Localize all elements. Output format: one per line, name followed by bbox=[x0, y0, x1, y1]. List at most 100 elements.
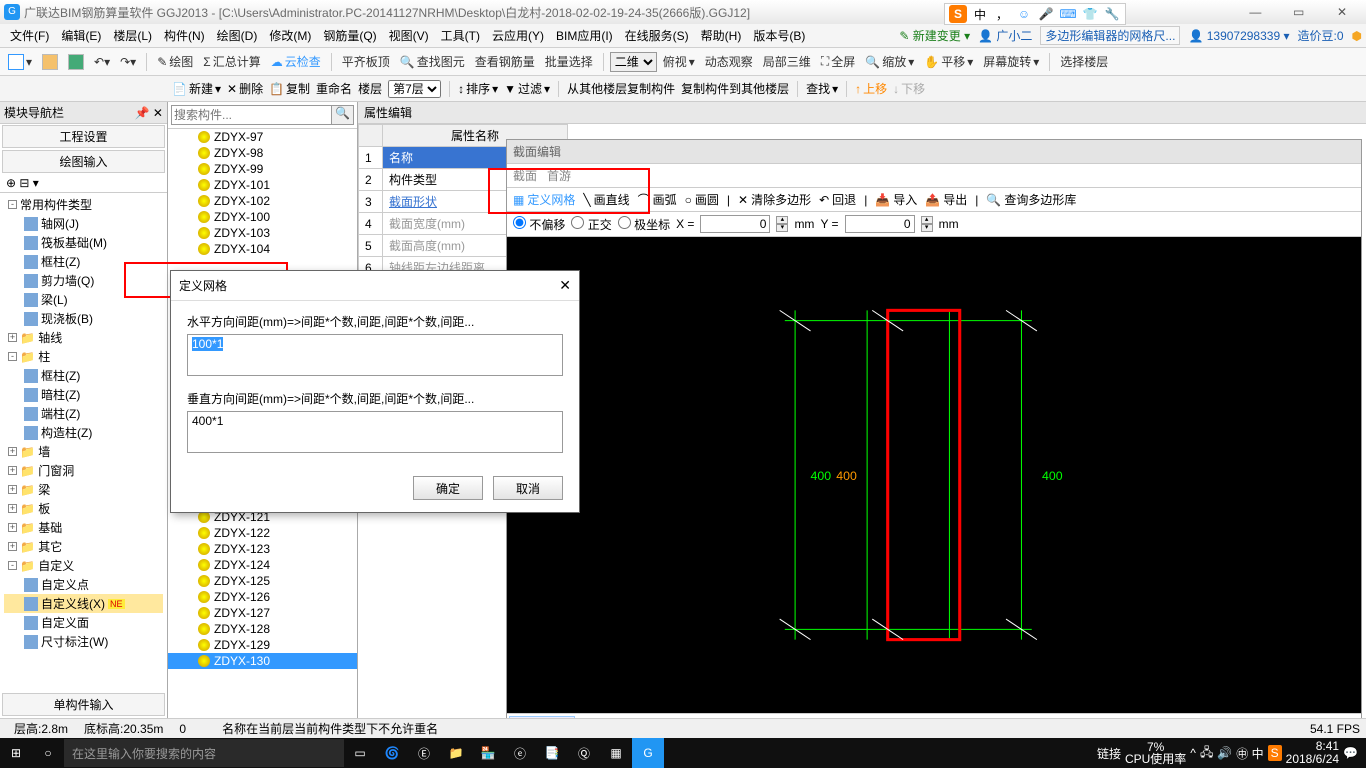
export-button[interactable]: 📤导出 bbox=[925, 191, 967, 208]
copy-to-button[interactable]: 复制构件到其他楼层 bbox=[681, 80, 789, 97]
open-icon[interactable] bbox=[38, 54, 62, 70]
list-item[interactable]: ZDYX-128 bbox=[168, 621, 357, 637]
rename-button[interactable]: 重命名 bbox=[316, 80, 352, 97]
beans-label[interactable]: 造价豆:0 bbox=[1298, 27, 1344, 44]
nav-item[interactable]: 框柱(Z) bbox=[4, 366, 163, 385]
list-item[interactable]: ZDYX-102 bbox=[168, 193, 357, 209]
x-input[interactable] bbox=[700, 215, 770, 233]
search-button[interactable]: 查找▾ bbox=[806, 80, 838, 97]
ime-tray[interactable]: ㊥ 中 bbox=[1236, 745, 1263, 762]
list-item[interactable]: ZDYX-126 bbox=[168, 589, 357, 605]
menu-item[interactable]: 云应用(Y) bbox=[486, 29, 550, 43]
ortho-radio[interactable]: 正交 bbox=[571, 216, 611, 233]
zoom-button[interactable]: 🔍缩放▾ bbox=[861, 53, 918, 70]
menu-item[interactable]: 修改(M) bbox=[263, 29, 317, 43]
app-8-icon[interactable]: ▦ bbox=[600, 738, 632, 768]
rotate-button[interactable]: 屏幕旋转▾ bbox=[979, 53, 1043, 70]
app-3-icon[interactable]: 📁 bbox=[440, 738, 472, 768]
sort-button[interactable]: ↕排序▾ bbox=[458, 80, 498, 97]
delete-button[interactable]: ✕ 删除 bbox=[227, 80, 263, 97]
ime-face-icon[interactable]: ☺ bbox=[1015, 5, 1033, 23]
phone-label[interactable]: 👤 13907298339 ▾ bbox=[1188, 29, 1289, 43]
view-rebar-button[interactable]: 查看钢筋量 bbox=[471, 53, 539, 70]
start-button[interactable]: ⊞ bbox=[0, 738, 32, 768]
fullscreen-button[interactable]: ⛶全屏 bbox=[817, 53, 859, 70]
list-item[interactable]: ZDYX-103 bbox=[168, 225, 357, 241]
section-tab[interactable]: 截面 首游 bbox=[513, 167, 571, 184]
list-item[interactable]: ZDYX-123 bbox=[168, 541, 357, 557]
filter-button[interactable]: ▼过滤▾ bbox=[504, 80, 550, 97]
ime-toolbar[interactable]: S 中 ， ☺ 🎤 ⌨ 👕 🔧 bbox=[944, 3, 1126, 25]
undo-icon[interactable]: ↶▾ bbox=[90, 55, 114, 69]
nav-item[interactable]: 筏板基础(M) bbox=[4, 233, 163, 252]
cancel-button[interactable]: 取消 bbox=[493, 476, 563, 500]
beans-icon[interactable]: ⬢ bbox=[1352, 29, 1362, 43]
redo-icon[interactable]: ↷▾ bbox=[116, 55, 140, 69]
taskview-icon[interactable]: ▭ bbox=[344, 738, 376, 768]
dimension-select[interactable]: 二维 bbox=[610, 52, 657, 72]
x-up[interactable]: ▴ bbox=[776, 216, 788, 224]
menu-item[interactable]: 绘图(D) bbox=[211, 29, 264, 43]
menu-item[interactable]: 版本号(B) bbox=[747, 29, 811, 43]
define-grid-button[interactable]: ▦ 定义网格 bbox=[513, 191, 575, 208]
batch-select-button[interactable]: 批量选择 bbox=[541, 53, 597, 70]
sum-button[interactable]: Σ 汇总计算 bbox=[199, 53, 264, 70]
nav-item[interactable]: 梁(L) bbox=[4, 290, 163, 309]
network-icon[interactable]: 🖧 bbox=[1200, 743, 1213, 764]
nav-item[interactable]: 构造柱(Z) bbox=[4, 423, 163, 442]
windows-taskbar[interactable]: ⊞ ○ 在这里输入你要搜索的内容 ▭ 🌀 Ⓔ 📁 🏪 ⓔ 📑 Ⓠ ▦ G 链接 … bbox=[0, 738, 1366, 768]
draw-arc-button[interactable]: ⌒ 画弧 bbox=[638, 191, 677, 208]
new-component-button[interactable]: 📄新建▾ bbox=[172, 80, 221, 97]
find-button[interactable]: 🔍查找图元 bbox=[396, 53, 469, 70]
nav-item[interactable]: 框柱(Z) bbox=[4, 252, 163, 271]
sogou-tray-icon[interactable]: S bbox=[1268, 745, 1282, 761]
draw-circle-button[interactable]: ○ 画圆 bbox=[685, 191, 719, 208]
list-item[interactable]: ZDYX-127 bbox=[168, 605, 357, 621]
app-2-icon[interactable]: Ⓔ bbox=[408, 738, 440, 768]
tray-up-icon[interactable]: ^ bbox=[1190, 746, 1196, 760]
app-5-icon[interactable]: ⓔ bbox=[504, 738, 536, 768]
menu-item[interactable]: 帮助(H) bbox=[695, 29, 748, 43]
no-offset-radio[interactable]: 不偏移 bbox=[513, 216, 565, 233]
nav-item[interactable]: 自定义面 bbox=[4, 613, 163, 632]
list-item[interactable]: ZDYX-129 bbox=[168, 637, 357, 653]
menu-item[interactable]: 文件(F) bbox=[4, 29, 55, 43]
select-floor-button[interactable]: 选择楼层 bbox=[1056, 53, 1112, 70]
copy-from-button[interactable]: 从其他楼层复制构件 bbox=[567, 80, 675, 97]
nav-item[interactable]: 轴网(J) bbox=[4, 214, 163, 233]
polar-radio[interactable]: 极坐标 bbox=[618, 216, 670, 233]
menu-item[interactable]: 楼层(L) bbox=[107, 29, 158, 43]
list-item[interactable]: ZDYX-130 bbox=[168, 653, 357, 669]
ok-button[interactable]: 确定 bbox=[413, 476, 483, 500]
nav-tree[interactable]: - 常用构件类型轴网(J)筏板基础(M)框柱(Z)剪力墙(Q)梁(L)现浇板(B… bbox=[0, 193, 167, 692]
user-label[interactable]: 👤 广小二 bbox=[978, 27, 1032, 44]
menu-item[interactable]: 视图(V) bbox=[383, 29, 435, 43]
search-input[interactable] bbox=[171, 105, 332, 125]
ime-punct[interactable]: ， bbox=[993, 5, 1011, 23]
draw-input-button[interactable]: 绘图输入 bbox=[2, 150, 165, 173]
menu-item[interactable]: 编辑(E) bbox=[55, 29, 107, 43]
undo-step-button[interactable]: ↶ 回退 bbox=[819, 191, 856, 208]
ime-lang[interactable]: 中 bbox=[971, 5, 989, 23]
menu-item[interactable]: BIM应用(I) bbox=[550, 29, 619, 43]
nav-item[interactable]: 现浇板(B) bbox=[4, 309, 163, 328]
list-item[interactable]: ZDYX-99 bbox=[168, 161, 357, 177]
nav-item[interactable]: 自定义点 bbox=[4, 575, 163, 594]
project-settings-button[interactable]: 工程设置 bbox=[2, 125, 165, 148]
nav-tools-row[interactable]: ⊕ ⊟ ▾ bbox=[0, 174, 167, 193]
taskbar-search[interactable]: 在这里输入你要搜索的内容 bbox=[64, 739, 344, 767]
import-button[interactable]: 📥导入 bbox=[875, 191, 917, 208]
v-spacing-input[interactable]: 400*1 bbox=[187, 411, 563, 453]
nav-item[interactable]: 自定义线(X)NE bbox=[4, 594, 163, 613]
new-file-icon[interactable]: ▾ bbox=[4, 54, 36, 70]
minimize-button[interactable]: — bbox=[1235, 5, 1275, 19]
app-7-icon[interactable]: Ⓠ bbox=[568, 738, 600, 768]
nav-item[interactable]: 剪力墙(Q) bbox=[4, 271, 163, 290]
app-4-icon[interactable]: 🏪 bbox=[472, 738, 504, 768]
query-lib-button[interactable]: 🔍查询多边形库 bbox=[986, 191, 1076, 208]
floor-select[interactable]: 第7层 bbox=[388, 80, 441, 98]
nav-item[interactable]: 暗柱(Z) bbox=[4, 385, 163, 404]
list-item[interactable]: ZDYX-122 bbox=[168, 525, 357, 541]
topview-button[interactable]: 俯视▾ bbox=[659, 53, 699, 70]
draw-button[interactable]: ✎绘图 bbox=[153, 53, 197, 70]
